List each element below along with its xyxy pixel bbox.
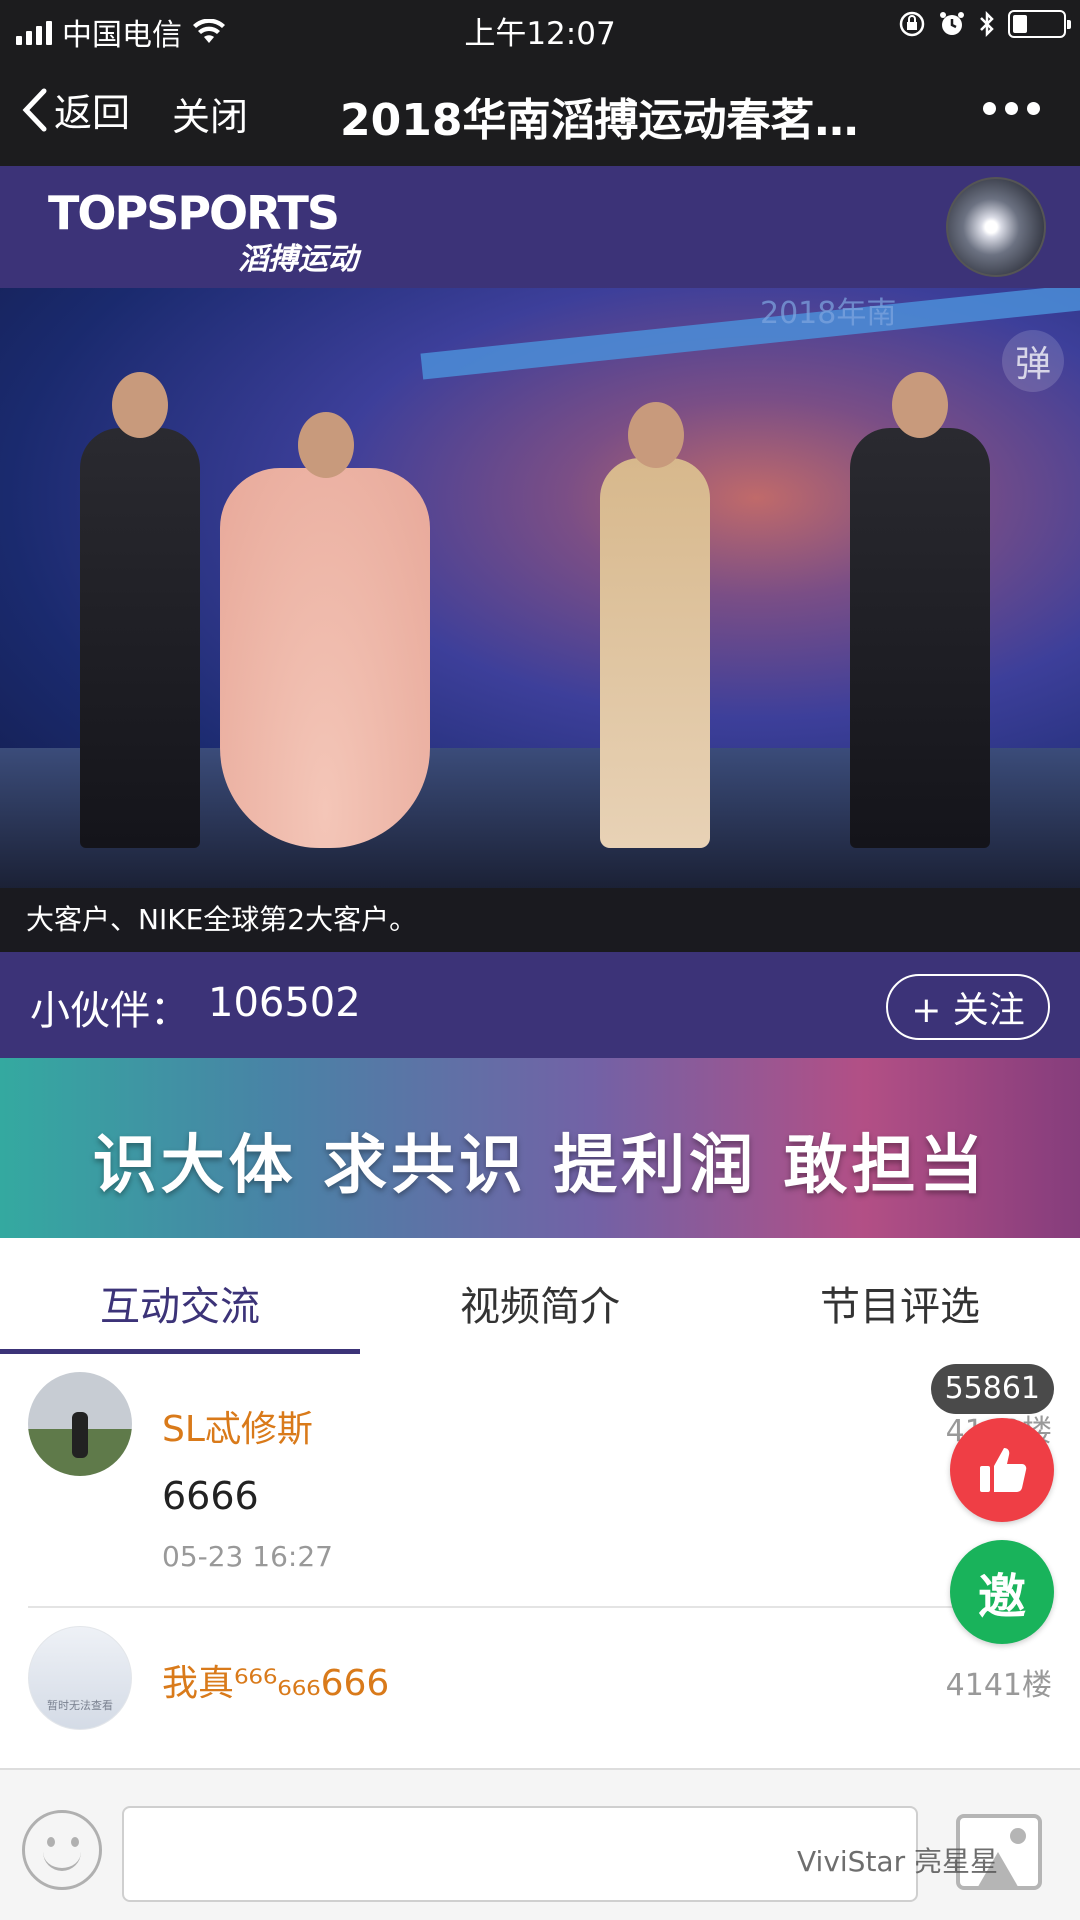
more-menu-icon[interactable] bbox=[983, 102, 1040, 115]
video-player[interactable]: 2018年南 弹 bbox=[0, 288, 1080, 888]
logo-sub-text: 滔搏运动 bbox=[238, 242, 358, 277]
nav-bar: 返回 关闭 2018华南滔搏运动春茗… bbox=[0, 56, 1080, 166]
comment-username[interactable]: 我真⁶⁶⁶₆₆₆666 bbox=[162, 1654, 389, 1706]
app-screen: 中国电信 上午12:07 返回 关闭 2018华南滔搏运动春茗… TOPSPOR… bbox=[0, 0, 1080, 1920]
danmu-toggle-button[interactable]: 弹 bbox=[1002, 330, 1064, 392]
comment-list: SL忒修斯 4142楼 6666 05-23 16:27 暂时无法查看 我真⁶⁶… bbox=[0, 1354, 1080, 1768]
follower-count: 106502 bbox=[208, 980, 361, 1026]
avatar-unavailable-text: 暂时无法查看 bbox=[47, 1699, 113, 1712]
watermark: ViviStar 亮星星 bbox=[797, 1845, 998, 1878]
back-label: 返回 bbox=[54, 91, 131, 135]
comment-item: SL忒修斯 4142楼 6666 05-23 16:27 bbox=[0, 1354, 1080, 1608]
follow-button[interactable]: + 关注 bbox=[886, 974, 1050, 1040]
like-count-badge: 55861 bbox=[930, 1364, 1054, 1414]
like-button[interactable] bbox=[950, 1418, 1054, 1522]
comment-floor: 4141楼 bbox=[945, 1668, 1052, 1703]
tab-video-intro[interactable]: 视频简介 bbox=[360, 1238, 720, 1354]
video-caption: 大客户、NIKE全球第2大客户。 bbox=[0, 888, 1080, 952]
thumbs-up-icon bbox=[980, 1448, 1027, 1492]
banner-slogan: 识大体 求共识 提利润 敢担当 bbox=[92, 1129, 988, 1203]
status-bar: 中国电信 上午12:07 bbox=[0, 0, 1080, 56]
close-button[interactable]: 关闭 bbox=[172, 86, 248, 141]
slogan-banner: 识大体 求共识 提利润 敢担当 bbox=[0, 1058, 1080, 1238]
brand-header: TOPSPORTS 滔搏运动 bbox=[0, 166, 1080, 288]
host-figure bbox=[850, 372, 990, 848]
avatar[interactable] bbox=[28, 1372, 132, 1476]
host-figure bbox=[220, 412, 430, 848]
emoji-icon[interactable] bbox=[22, 1810, 102, 1890]
alarm-icon bbox=[940, 12, 964, 35]
stage-backdrop-text: 2018年南 bbox=[760, 296, 897, 331]
invite-button[interactable]: 邀 bbox=[950, 1540, 1054, 1644]
status-right bbox=[898, 10, 1071, 38]
stage-light-beam bbox=[420, 288, 1080, 380]
page-title: 2018华南滔搏运动春茗… bbox=[340, 95, 859, 146]
follower-row: 小伙伴： 106502 + 关注 bbox=[0, 952, 1080, 1058]
back-button[interactable]: 返回 bbox=[22, 82, 130, 137]
comment-text: 6666 bbox=[162, 1474, 259, 1518]
comment-item: 暂时无法查看 我真⁶⁶⁶₆₆₆666 4141楼 bbox=[0, 1608, 1080, 1768]
tab-bar: 互动交流 视频简介 节目评选 bbox=[0, 1238, 1080, 1354]
battery-icon bbox=[1008, 10, 1071, 38]
bluetooth-icon bbox=[980, 10, 994, 38]
follower-label: 小伙伴： bbox=[30, 988, 190, 1034]
rotation-lock-icon bbox=[899, 11, 925, 37]
tab-interaction[interactable]: 互动交流 bbox=[0, 1238, 360, 1354]
comment-time: 05-23 16:27 bbox=[162, 1540, 333, 1573]
tab-program-vote[interactable]: 节目评选 bbox=[720, 1238, 1080, 1354]
comment-username[interactable]: SL忒修斯 bbox=[162, 1400, 313, 1452]
host-figure bbox=[600, 402, 710, 848]
avatar[interactable]: 暂时无法查看 bbox=[28, 1626, 132, 1730]
host-figure bbox=[80, 372, 200, 848]
channel-avatar[interactable] bbox=[946, 177, 1046, 277]
chevron-left-icon bbox=[22, 88, 47, 131]
logo-main-text: TOPSPORTS bbox=[48, 186, 340, 240]
topsports-logo: TOPSPORTS 滔搏运动 bbox=[48, 186, 358, 278]
